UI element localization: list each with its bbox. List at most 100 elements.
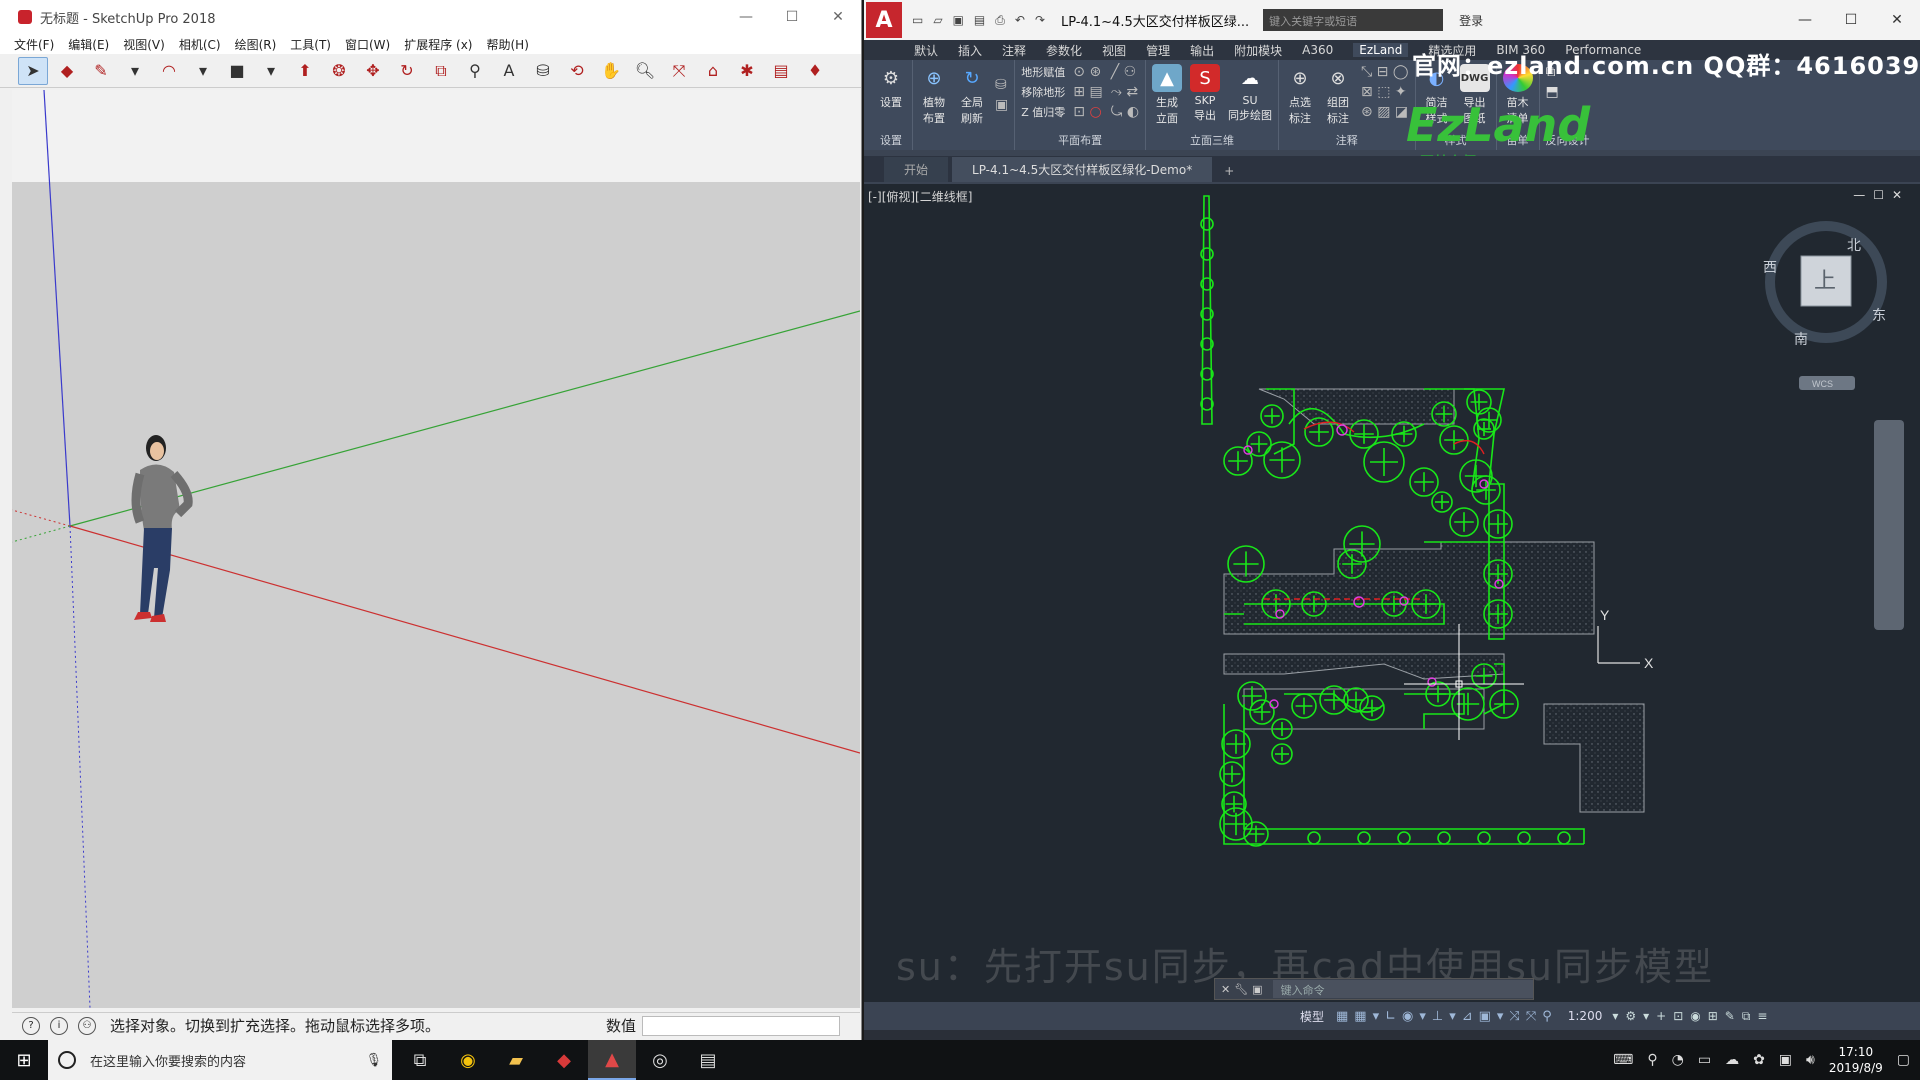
generate-elevation-button[interactable]: ▲ 生成 立面 [1152,64,1183,126]
autocad-search-input[interactable]: 键入关键字或短语 [1263,9,1444,31]
menu-window[interactable]: 窗口(W) [345,36,390,53]
viewport-controls[interactable]: —☐✕ [1853,188,1910,202]
plant-layout-button[interactable]: ⊕ 植物 布置 [919,64,949,126]
menu-camera[interactable]: 相机(C) [179,36,221,53]
extension-manager-button[interactable]: ♦ [800,57,830,85]
tool-icon[interactable]: ⤿ ◐ [1111,104,1139,120]
paint-icon[interactable]: ⛁ [995,77,1008,93]
menu-file[interactable]: 文件(F) [14,36,54,53]
orbit-tool-button[interactable]: ⟲ [562,57,592,85]
tab-a360[interactable]: A360 [1302,43,1333,57]
send-to-layout-button[interactable]: ▤ [766,57,796,85]
z-zero-button[interactable]: Z 值归零 [1021,104,1065,120]
tab-output[interactable]: 输出 [1190,42,1214,59]
tab-view[interactable]: 视图 [1102,42,1126,59]
command-line-buttons[interactable]: ✕🔧︎▣ [1215,983,1273,996]
person-icon[interactable]: ⚲ [1647,1052,1657,1068]
network-icon[interactable]: ▣ [1779,1052,1792,1068]
tape-measure-tool-button[interactable]: ⚲ [460,57,490,85]
move-tool-button[interactable]: ✥ [358,57,388,85]
microphone-icon[interactable]: 🎙︎ [365,1053,382,1068]
tool-icon[interactable]: ⊞ ▤ [1073,84,1102,100]
system-clock[interactable]: 17:10 2019/8/9 [1829,1044,1883,1076]
notepad-icon[interactable]: ▤ [684,1040,732,1080]
tool-icon[interactable]: ⊙ ⊛ [1073,64,1102,80]
geo-location-icon[interactable]: ? [22,1016,40,1035]
tab-ezland[interactable]: EzLand [1353,43,1409,57]
command-input[interactable]: 键入命令 [1272,980,1533,998]
tab-insert[interactable]: 插入 [958,42,982,59]
windows-start-icon[interactable]: ⊞ [0,1050,48,1071]
zoom-extents-button[interactable]: ⤧ [664,57,694,85]
arc-tool-dropdown[interactable]: ▾ [188,57,218,85]
rectangle-tool-button[interactable]: ■ [222,57,252,85]
save-as-icon[interactable]: ▤ [974,13,985,28]
chrome-icon[interactable]: ◉ [444,1040,492,1080]
drafting-toggles[interactable]: ▦▦▾∟◉▾⊥▾⊿▣▾⤨⤧⚲ [1336,1009,1558,1024]
task-view-icon[interactable]: ⧉ [396,1040,444,1080]
group-label-button[interactable]: ⊗ 组团 标注 [1323,64,1353,126]
minimize-button[interactable]: — [723,9,769,25]
volume-icon[interactable]: 🔊︎ [1806,1052,1815,1068]
user-icon[interactable]: ⚇ [78,1016,96,1035]
offset-tool-button[interactable]: ❂ [324,57,354,85]
zoom-tool-button[interactable]: 🔍︎ [630,57,660,85]
eraser-tool-button[interactable]: ◆ [52,57,82,85]
tab-manage[interactable]: 管理 [1146,42,1170,59]
obs-icon[interactable]: ◎ [636,1040,684,1080]
status-tools[interactable]: ▾⚙▾+⊡◉⊞✎⧉≡ [1612,1009,1774,1024]
extension-warehouse-button[interactable]: ✱ [732,57,762,85]
open-icon[interactable]: ▱ [933,13,942,28]
undo-icon[interactable]: ↶ [1015,13,1025,28]
menu-help[interactable]: 帮助(H) [486,36,528,53]
taskbar-search-box[interactable]: 在这里输入你要搜索的内容 🎙︎ [48,1040,392,1080]
tab-drawing[interactable]: LP-4.1~4.5大区交付样板区绿化-Demo* [952,157,1213,182]
tool-icon[interactable]: ⊠ ⬚ ✦ [1361,84,1409,100]
credits-icon[interactable]: i [50,1016,68,1035]
global-refresh-button[interactable]: ↻ 全局 刷新 [957,64,987,126]
navigation-bar[interactable] [1874,420,1904,630]
autocad-close-button[interactable]: ✕ [1874,12,1920,28]
tool-icon[interactable]: ⊛ ▨ ◪ [1361,104,1409,120]
cad-drawing-area[interactable]: [-][俯视][二维线框] —☐✕ Y X 上 北 西 东 南 WCS su：先… [864,184,1920,1002]
rotate-tool-button[interactable]: ↻ [392,57,422,85]
line-tool-button[interactable]: ✎ [86,57,116,85]
tray-app-icon[interactable]: ▭ [1698,1052,1711,1068]
maximize-button[interactable]: ☐ [769,9,815,25]
tray-app-icon[interactable]: ✿ [1753,1052,1765,1068]
tool-icon[interactable]: ⤳ ⇄ [1111,84,1139,100]
warehouse-button[interactable]: ⌂ [698,57,728,85]
terrain-assign-button[interactable]: 地形赋值 [1021,64,1065,80]
autocad-maximize-button[interactable]: ☐ [1828,12,1874,28]
menu-extensions[interactable]: 扩展程序 (x) [404,36,472,53]
tab-start[interactable]: 开始 [884,157,949,182]
settings-button[interactable]: ⚙ 设置 [876,64,906,110]
tab-addins[interactable]: 附加模块 [1234,42,1282,59]
rectangle-tool-dropdown[interactable]: ▾ [256,57,286,85]
print-icon[interactable]: ⎙ [995,13,1005,28]
push-pull-tool-button[interactable]: ⬆ [290,57,320,85]
autocad-minimize-button[interactable]: — [1782,12,1828,28]
input-method-icon[interactable]: ⌨ [1613,1052,1633,1068]
menu-draw[interactable]: 绘图(R) [235,36,277,53]
line-tool-dropdown[interactable]: ▾ [120,57,150,85]
annotation-scale[interactable]: 1:200 [1568,1009,1603,1023]
arc-tool-button[interactable]: ◠ [154,57,184,85]
su-sync-draw-button[interactable]: ☁ SU 同步绘图 [1228,64,1272,126]
scale-tool-button[interactable]: ⧉ [426,57,456,85]
autocad-application-button[interactable]: A [866,2,902,38]
remove-terrain-button[interactable]: 移除地形 [1021,84,1065,100]
select-tool-button[interactable]: ➤ [18,56,48,85]
tray-app-icon[interactable]: ☁ [1725,1052,1739,1068]
tab-annotate[interactable]: 注释 [1002,42,1026,59]
skp-export-button[interactable]: S SKP 导出 [1190,64,1221,126]
tool-icon[interactable]: ⤡ ⊟ ◯ [1361,64,1409,80]
tab-parametric[interactable]: 参数化 [1046,42,1082,59]
measurements-input[interactable] [642,1015,840,1036]
view-label[interactable]: [-][俯视][二维线框] [868,188,972,205]
notification-icon[interactable]: ▢ [1897,1052,1910,1068]
tab-default[interactable]: 默认 [914,42,938,59]
new-tab-button[interactable]: + [1216,160,1242,182]
redo-icon[interactable]: ↷ [1035,13,1045,28]
sketchup-viewport[interactable] [12,90,860,1008]
